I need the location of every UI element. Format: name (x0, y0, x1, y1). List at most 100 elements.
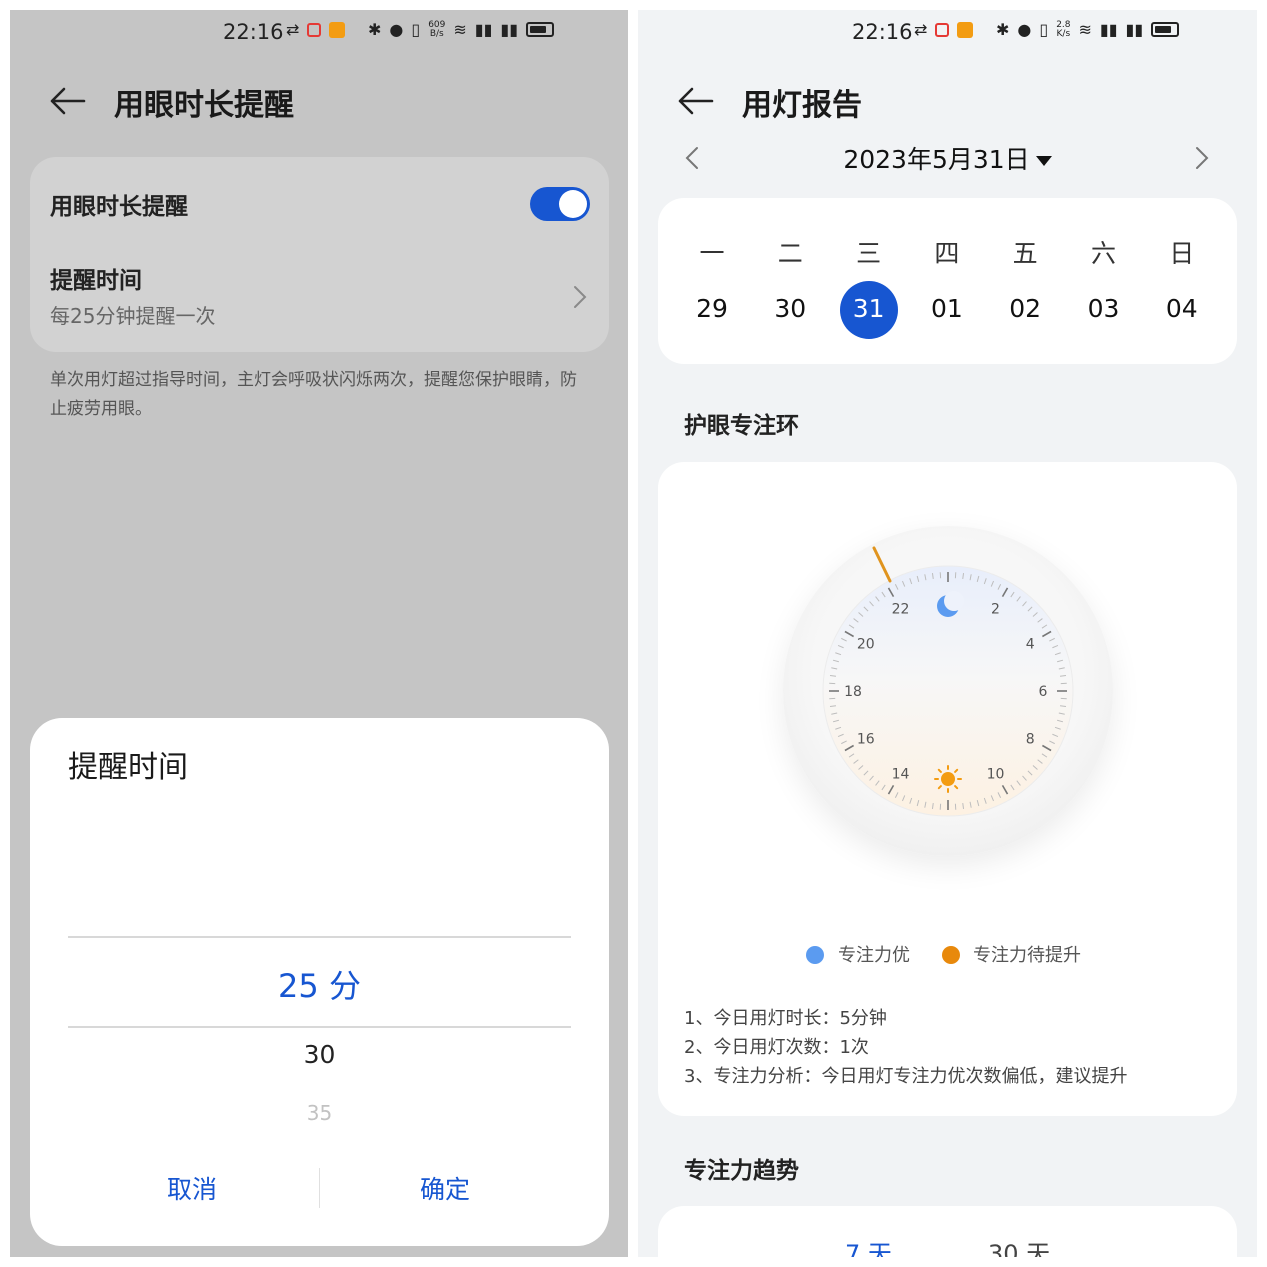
dialog-title: 提醒时间 (68, 750, 188, 785)
status-right-icons: ✱ ● ▯ 609 B/s ≋ ▮▮ ▮▮ (368, 20, 554, 39)
signal-5g-icon: ▮▮ (500, 20, 518, 39)
reminder-time-label: 提醒时间 (50, 268, 142, 294)
battery-icon (1151, 22, 1180, 37)
weekday-label: 一 (699, 239, 725, 268)
weekday-label: 五 (1012, 239, 1038, 268)
focus-ring-title: 护眼专注环 (684, 413, 799, 439)
button-divider (319, 1168, 320, 1208)
status-time: 22:16 (223, 20, 284, 44)
reminder-time-dialog: 提醒时间 25 分 30 35 取消 确定 (30, 718, 609, 1246)
picker-option-faded[interactable]: 35 (30, 1101, 609, 1125)
eye-reminder-toggle[interactable] (530, 187, 590, 221)
confirm-button[interactable]: 确定 (345, 1170, 545, 1206)
legend-dot-good (806, 946, 824, 964)
reminder-time-value: 每25分钟提醒一次 (50, 304, 216, 328)
next-day-icon[interactable] (1195, 146, 1209, 170)
network-speed: 2.8 K/s (1056, 19, 1071, 39)
legend-label-good: 专注力优 (838, 945, 910, 966)
sun-icon (934, 765, 962, 793)
clock-hour-label: 2 (991, 602, 1000, 618)
page-title: 用眼时长提醒 (114, 88, 294, 123)
back-arrow-icon[interactable] (48, 84, 88, 118)
link-icon: ⇄ (286, 20, 300, 39)
bluetooth-icon: ✱ (996, 20, 1010, 39)
clock-hour-label: 20 (857, 637, 875, 653)
weekday-label: 六 (1090, 239, 1116, 268)
focus-trend-title: 专注力趋势 (684, 1158, 799, 1184)
tab-30-days[interactable]: 30 天 (988, 1234, 1050, 1257)
date-navigator: 2023年5月31日 (638, 138, 1257, 178)
picker-divider-top (68, 936, 571, 938)
focus-notes: 1、今日用灯时长：5分钟 2、今日用灯次数：1次 3、专注力分析：今日用灯专注力… (684, 1004, 1127, 1091)
week-date[interactable]: 30 (760, 294, 820, 323)
clock-hour-label: 6 (1039, 684, 1048, 700)
picker-option[interactable]: 30 (30, 1040, 609, 1069)
status-right-icons: ✱ ● ▯ 2.8 K/s ≋ ▮▮ ▮▮ (996, 19, 1180, 39)
eye-reminder-screen: 22:16 ⇄ ✱ ● ▯ 609 B/s ≋ ▮▮ ▮▮ 用眼时长提醒 用眼时长… (10, 10, 628, 1257)
title-bar: 用眼时长提醒 (10, 76, 628, 126)
status-time: 22:16 (852, 20, 913, 44)
focus-ring-clock: 22 220 418 616 814 10 (822, 546, 1074, 817)
week-date[interactable]: 01 (917, 294, 977, 323)
signal-5g-icon: ▮▮ (1125, 20, 1144, 39)
notification-icon (935, 22, 950, 37)
note-usage-duration: 1、今日用灯时长：5分钟 (684, 1008, 887, 1029)
week-date[interactable]: 04 (1152, 294, 1212, 323)
network-speed: 609 B/s (428, 19, 446, 39)
location-icon: ● (1017, 20, 1032, 39)
page-title: 用灯报告 (742, 88, 862, 123)
week-date[interactable]: 29 (682, 294, 742, 323)
picker-selected-value[interactable]: 25 分 (30, 961, 609, 1007)
clock-hour-label: 10 (987, 766, 1005, 782)
week-date[interactable]: 03 (1074, 294, 1134, 323)
current-date: 2023年5月31日 (843, 145, 1030, 174)
weekday-label: 二 (777, 239, 803, 268)
date-picker[interactable]: 2023年5月31日 (638, 140, 1257, 176)
status-bar: 22:16 ⇄ ✱ ● ▯ 2.8 K/s ≋ ▮▮ ▮▮ (638, 10, 1257, 54)
vibrate-icon: ▯ (411, 20, 421, 39)
toggle-knob (559, 190, 587, 218)
status-left-icons: ⇄ (286, 20, 346, 39)
signal-icon: ▮▮ (1099, 20, 1118, 39)
focus-improve-segment (872, 546, 892, 583)
cancel-button[interactable]: 取消 (92, 1170, 292, 1206)
wifi-icon: ≋ (1078, 20, 1092, 39)
focus-ring-card: 22 2 20 4 18 6 16 8 14 10 专注力优 专注力待提升 1、今日用灯时长：5分… (658, 462, 1237, 1116)
bluetooth-icon: ✱ (368, 20, 382, 39)
notification-icon (307, 22, 322, 37)
link-icon: ⇄ (914, 20, 928, 39)
back-arrow-icon[interactable] (676, 84, 716, 118)
clock-hour-label: 8 (1026, 732, 1035, 748)
chevron-right-icon (574, 286, 587, 308)
clock-hour-label: 22 (892, 602, 910, 618)
week-date[interactable]: 31 (839, 294, 899, 323)
week-card: 一 29 二 30 三 31 四 01 五 02 六 03 日 04 (658, 198, 1237, 364)
focus-legend: 专注力优 专注力待提升 (658, 940, 1237, 970)
legend-label-improve: 专注力待提升 (973, 945, 1081, 966)
focus-trend-card: 7 天 30 天 (658, 1206, 1237, 1257)
tab-7-days[interactable]: 7 天 (845, 1234, 892, 1257)
weekday-label: 四 (934, 239, 960, 268)
settings-card: 用眼时长提醒 提醒时间 每25分钟提醒一次 (30, 157, 609, 352)
note-focus-analysis: 3、专注力分析：今日用灯专注力优次数偏低，建议提升 (684, 1066, 1128, 1087)
legend-dot-improve (942, 946, 960, 964)
eye-reminder-label: 用眼时长提醒 (50, 194, 188, 220)
week-date[interactable]: 02 (995, 294, 1055, 323)
eye-app-icon (329, 21, 346, 38)
note-usage-count: 2、今日用灯次数：1次 (684, 1037, 869, 1058)
picker-divider-bottom (68, 1026, 571, 1028)
weekday-label: 日 (1169, 239, 1195, 268)
clock-hour-label: 18 (844, 684, 862, 700)
title-bar: 用灯报告 (638, 76, 1257, 126)
location-icon: ● (389, 20, 404, 39)
status-left-icons: ⇄ (914, 20, 974, 39)
vibrate-icon: ▯ (1039, 20, 1049, 39)
lamp-report-screen: 22:16 ⇄ ✱ ● ▯ 2.8 K/s ≋ ▮▮ ▮▮ 用灯报告 2023年5… (638, 10, 1257, 1257)
weekday-label: 三 (856, 239, 882, 268)
reminder-time-row[interactable]: 提醒时间 每25分钟提醒一次 (30, 247, 609, 347)
clock-hour-label: 4 (1026, 637, 1035, 653)
reminder-description: 单次用灯超过指导时间，主灯会呼吸状闪烁两次，提醒您保护眼睛，防止疲劳用眼。 (50, 370, 577, 419)
clock-hour-label: 14 (892, 766, 910, 782)
wifi-icon: ≋ (453, 20, 467, 39)
status-bar: 22:16 ⇄ ✱ ● ▯ 609 B/s ≋ ▮▮ ▮▮ (10, 10, 628, 54)
